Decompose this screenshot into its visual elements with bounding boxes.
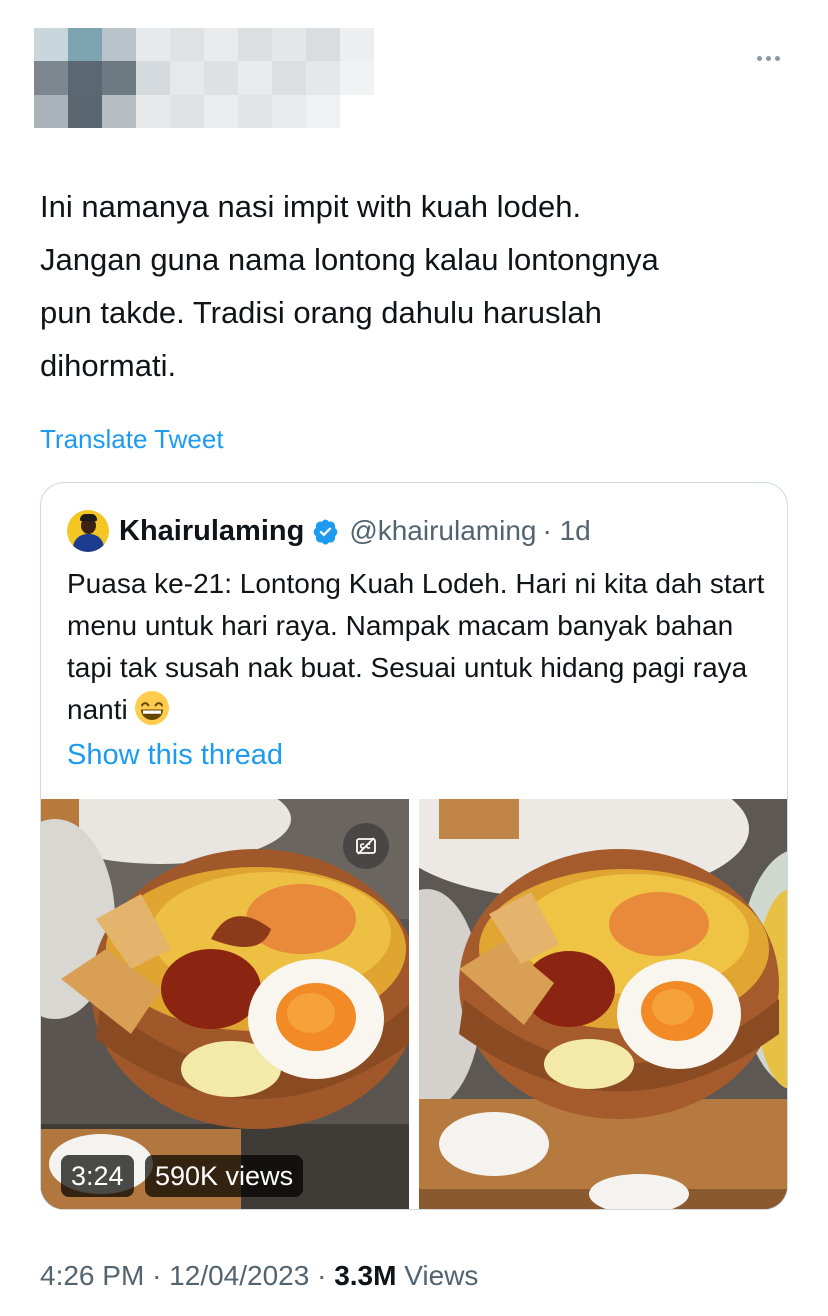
photo-thumbnail[interactable]	[419, 799, 787, 1209]
show-thread-link[interactable]: Show this thread	[67, 739, 283, 772]
closed-captions-icon[interactable]	[343, 823, 389, 869]
video-duration-badge: 3:24	[61, 1155, 134, 1197]
views-label: Views	[404, 1260, 479, 1291]
tweet-date[interactable]: 12/04/2023	[169, 1260, 309, 1291]
translate-tweet-link[interactable]: Translate Tweet	[40, 424, 224, 455]
views-count: 3.3M	[334, 1260, 397, 1291]
quoted-timestamp[interactable]: · 1d	[542, 515, 590, 547]
grinning-face-icon	[134, 691, 169, 725]
quoted-tweet-card[interactable]: Khairulaming @khairulaming · 1d Puasa ke…	[40, 482, 788, 1210]
more-horizontal-icon[interactable]	[748, 46, 788, 70]
media-grid: 3:24 590K views	[41, 799, 787, 1209]
quoted-display-name[interactable]: Khairulaming	[119, 515, 304, 548]
meta-separator: ·	[317, 1260, 327, 1291]
tweet-text: Ini namanya nasi impit with kuah lodeh. …	[40, 189, 659, 383]
quoted-tweet-body: Puasa ke-21: Lontong Kuah Lodeh. Hari ni…	[67, 568, 765, 725]
meta-separator: ·	[152, 1260, 162, 1291]
tweet-meta: 4:26 PM · 12/04/2023 · 3.3M Views	[40, 1260, 478, 1292]
quoted-tweet-text: Puasa ke-21: Lontong Kuah Lodeh. Hari ni…	[67, 563, 767, 731]
video-thumbnail[interactable]: 3:24 590K views	[41, 799, 409, 1209]
avatar[interactable]	[67, 510, 109, 552]
quoted-handle[interactable]: @khairulaming	[349, 515, 536, 547]
tweet-time[interactable]: 4:26 PM	[40, 1260, 144, 1291]
verified-badge-icon	[314, 519, 338, 545]
obscured-author-header	[34, 28, 374, 128]
quoted-tweet-header: Khairulaming @khairulaming · 1d	[67, 509, 591, 553]
video-views-badge: 590K views	[145, 1155, 304, 1197]
lontong-bowl-photo	[419, 799, 787, 1209]
